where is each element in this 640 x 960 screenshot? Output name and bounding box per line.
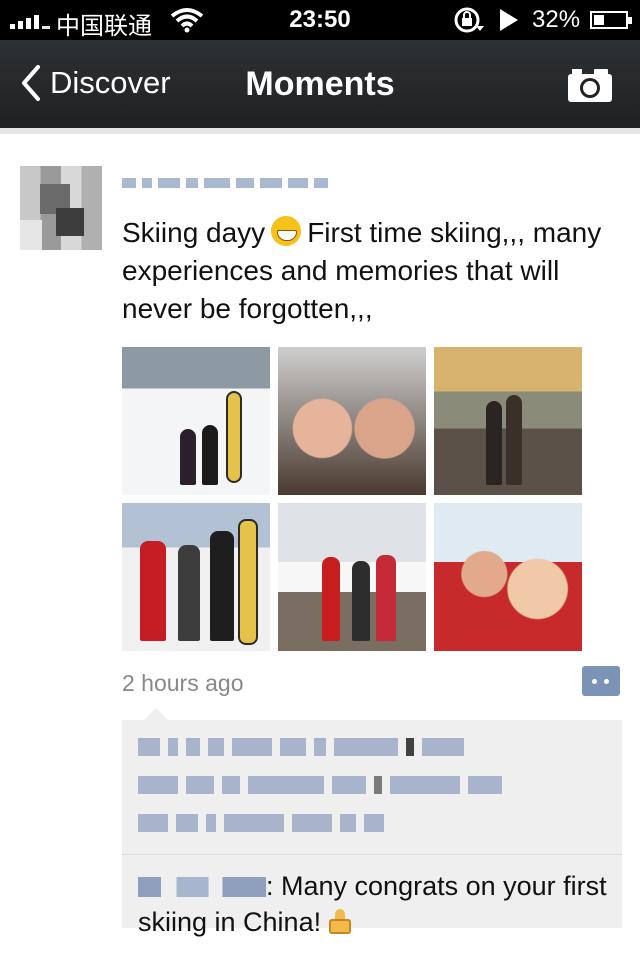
page-title: Moments — [245, 65, 395, 103]
redacted-comment-line — [138, 812, 384, 834]
rotation-lock-icon — [454, 7, 484, 33]
post-text-part1: Skiing dayy — [122, 217, 266, 248]
moment-post: Skiing dayy First time skiing,,, many exp… — [0, 134, 640, 960]
play-icon — [500, 9, 518, 31]
skiing-photo-4[interactable] — [122, 503, 270, 651]
thumbs-up-emoji-icon — [327, 909, 353, 935]
comments-section: : Many congrats on your first skiing in … — [122, 708, 622, 937]
skiing-photo-6[interactable] — [434, 503, 582, 651]
comment-menu-button[interactable] — [582, 666, 620, 696]
post-timestamp: 2 hours ago — [122, 670, 244, 696]
redacted-comment-line — [138, 774, 502, 796]
author-name-redacted[interactable] — [122, 174, 328, 192]
skiing-photo-2[interactable] — [278, 347, 426, 495]
skiing-photo-1[interactable] — [122, 347, 270, 495]
commenter-name-redacted[interactable] — [138, 877, 266, 897]
post-text: Skiing dayy First time skiing,,, many exp… — [122, 214, 602, 328]
grinning-emoji-icon — [271, 216, 302, 246]
status-bar: 中国联通 23:50 32% — [0, 0, 640, 40]
comment-divider — [122, 854, 622, 855]
comment-item[interactable]: : Many congrats on your first skiing in … — [138, 868, 608, 940]
skiing-photo-3[interactable] — [434, 347, 582, 495]
skiing-photo-5[interactable] — [278, 503, 426, 651]
battery-icon — [590, 11, 632, 29]
battery-percent: 32% — [532, 6, 581, 33]
redacted-comment-line — [138, 736, 464, 758]
avatar[interactable] — [20, 166, 102, 250]
photo-grid — [122, 347, 582, 651]
navigation-bar: Discover Moments — [0, 40, 640, 128]
camera-icon[interactable] — [566, 66, 614, 104]
